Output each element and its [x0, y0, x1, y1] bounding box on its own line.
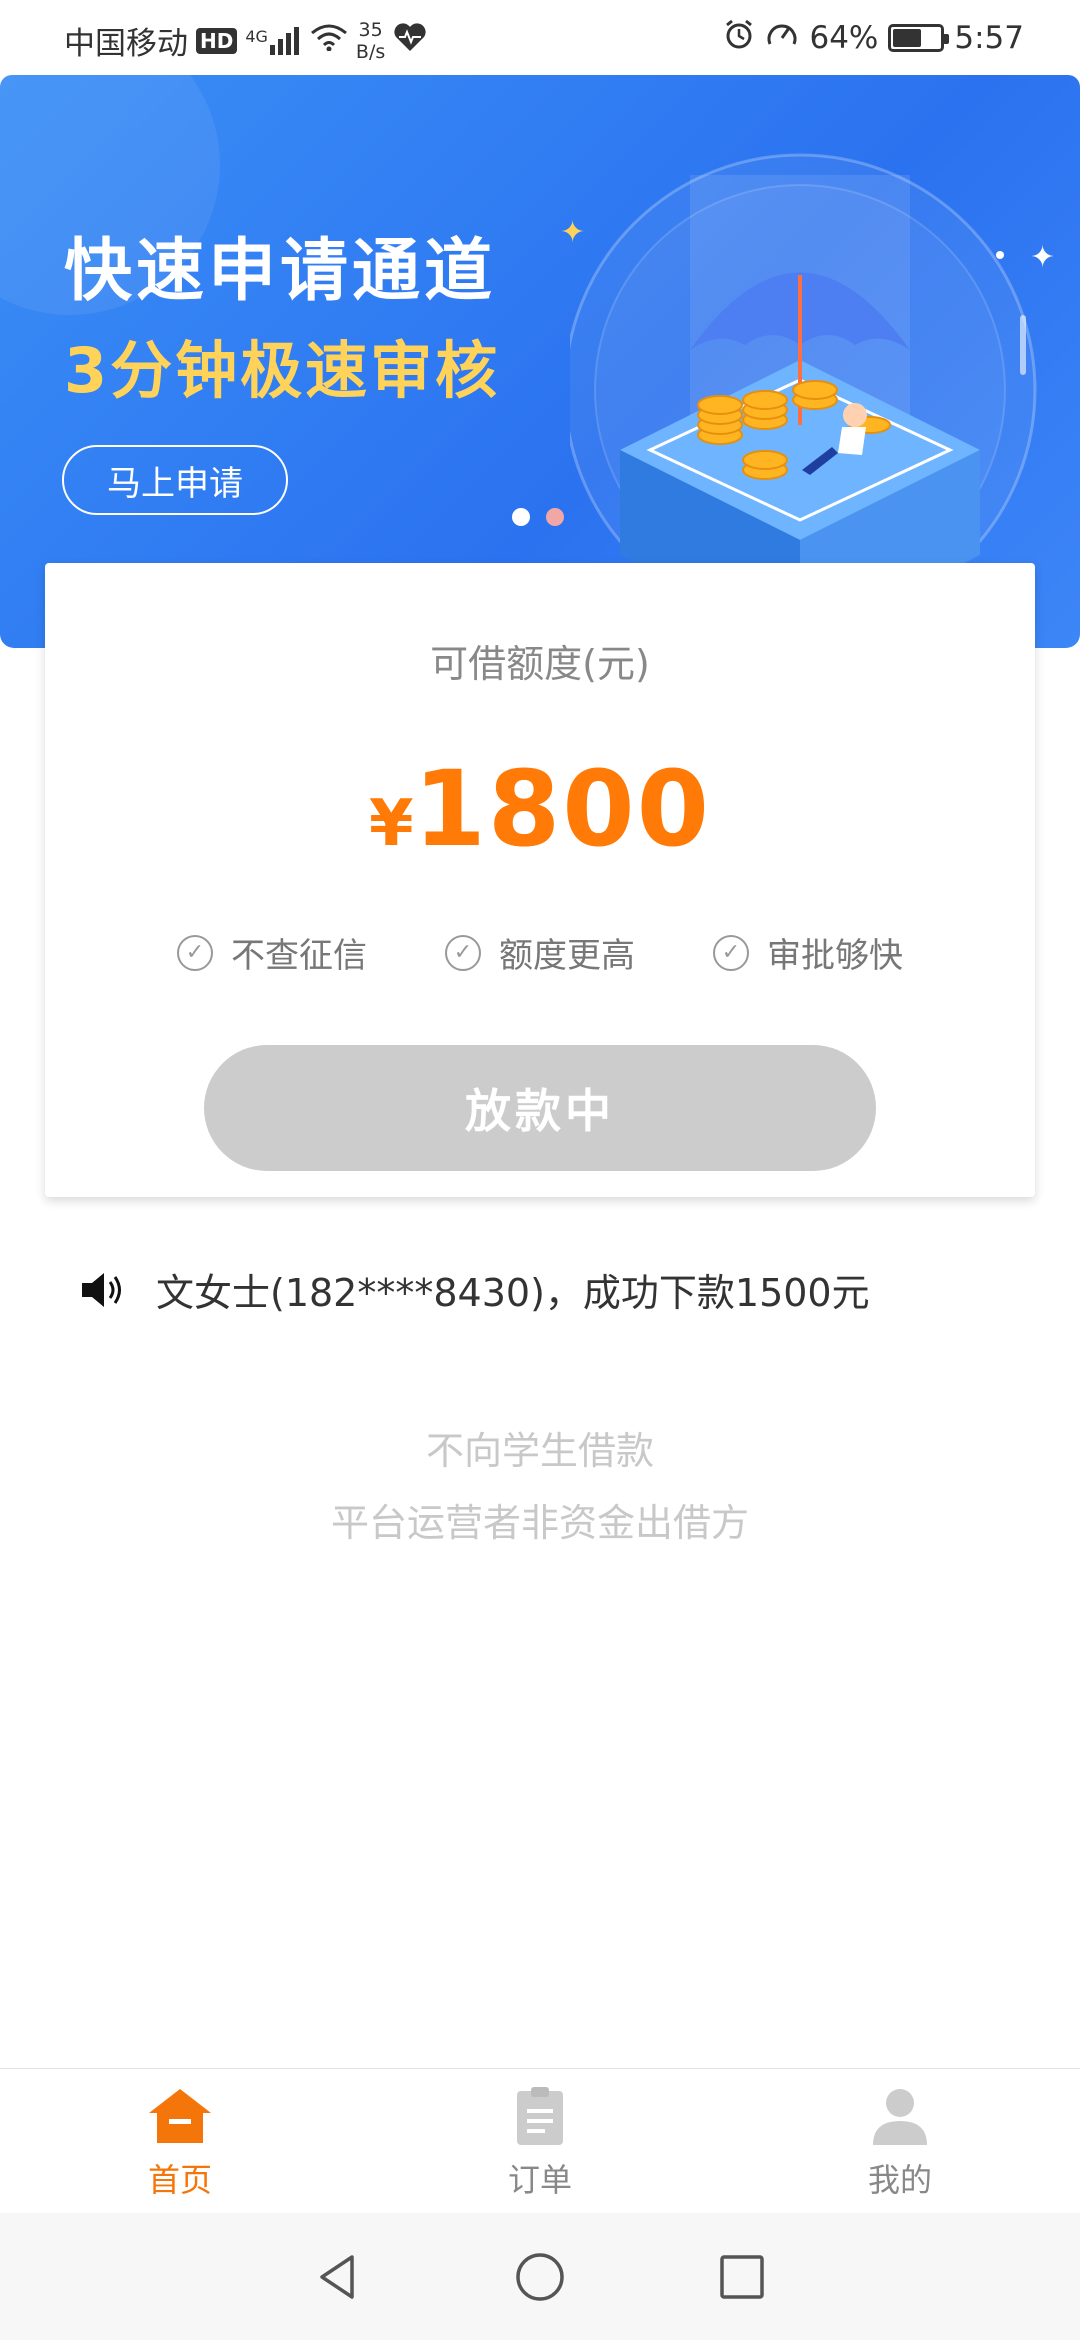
- credit-amount: ¥1800: [45, 748, 1035, 870]
- check-circle-icon: ✓: [445, 934, 481, 971]
- user-icon: [873, 2089, 927, 2145]
- alarm-icon: [723, 18, 755, 58]
- feature-item: ✓ 审批够快: [713, 928, 903, 977]
- battery-fill: [893, 29, 922, 47]
- carousel-indicator: [512, 508, 564, 526]
- speed-unit: B/s: [355, 40, 386, 63]
- disclaimer-line: 平台运营者非资金出借方: [330, 1501, 749, 1545]
- hd-badge: HD: [196, 27, 238, 54]
- home-icon: [149, 2089, 211, 2143]
- nav-label: 订单: [507, 2161, 572, 2199]
- speedometer-icon: [765, 18, 799, 58]
- feature-label: 额度更高: [499, 936, 635, 976]
- disclaimer: 不向学生借款 平台运营者非资金出借方: [0, 1415, 1080, 1559]
- sparkle-icon: ✦: [1030, 240, 1056, 275]
- currency-symbol: ¥: [369, 787, 414, 861]
- nav-item-profile[interactable]: 我的: [720, 2069, 1080, 2213]
- check-circle-icon: ✓: [177, 934, 213, 971]
- status-bar-right: 64% 5:57: [723, 18, 1024, 58]
- nav-label: 首页: [147, 2161, 212, 2199]
- feature-label: 审批够快: [767, 936, 903, 976]
- notice-text: 文女士(182****8430)，成功下款1500元: [156, 1271, 870, 1315]
- carousel-dot: [546, 508, 564, 526]
- amount-value: 1800: [413, 748, 711, 870]
- banner-subtitle: 3分钟极速审核: [64, 334, 501, 407]
- home-circle-icon[interactable]: [514, 2251, 566, 2303]
- recent-apps-icon[interactable]: [716, 2251, 768, 2303]
- heart-rate-icon: [393, 22, 427, 60]
- system-nav-bar: [0, 2213, 1080, 2340]
- loan-notice: 文女士(182****8430)，成功下款1500元: [80, 1262, 870, 1317]
- battery-percent: 64%: [809, 20, 879, 56]
- network-type: 4G: [245, 26, 268, 46]
- credit-limit-label: 可借额度(元): [430, 642, 650, 686]
- feature-label: 不查征信: [231, 936, 367, 976]
- status-bar: 中国移动 HD 4G 35 B/s 64% 5:57: [0, 0, 1080, 75]
- network-speed: 35 B/s: [356, 19, 385, 63]
- speaker-icon: [82, 1272, 121, 1307]
- credit-card-panel: 可借额度(元) ¥1800 ✓ 不查征信 ✓ 额度更高 ✓ 审批够快 放款中: [45, 563, 1035, 1197]
- clipboard-icon: [517, 2087, 563, 2145]
- back-icon[interactable]: [312, 2251, 364, 2303]
- status-bar-left: 中国移动 HD 4G 35 B/s: [64, 18, 427, 63]
- nav-item-home[interactable]: 首页: [0, 2069, 360, 2213]
- wifi-icon: [310, 23, 348, 59]
- nav-item-orders[interactable]: 订单: [360, 2069, 720, 2213]
- bottom-nav: 首页 订单 我的: [0, 2068, 1080, 2213]
- clock-time: 5:57: [954, 20, 1024, 56]
- carrier-name: 中国移动: [64, 26, 188, 62]
- speed-value: 35: [358, 18, 383, 41]
- disclaimer-line: 不向学生借款: [425, 1429, 654, 1473]
- feature-item: ✓ 额度更高: [445, 928, 635, 977]
- check-circle-icon: ✓: [713, 934, 749, 971]
- signal-icon: 4G: [245, 26, 302, 55]
- disbursing-button[interactable]: 放款中: [204, 1045, 876, 1171]
- nav-label: 我的: [867, 2161, 932, 2199]
- battery-icon: [888, 24, 950, 52]
- apply-now-button[interactable]: 马上申请: [62, 445, 288, 515]
- carousel-dot-active: [512, 508, 530, 526]
- feature-item: ✓ 不查征信: [177, 928, 367, 977]
- banner-title: 快速申请通道: [64, 232, 497, 311]
- feature-list: ✓ 不查征信 ✓ 额度更高 ✓ 审批够快: [45, 928, 1035, 977]
